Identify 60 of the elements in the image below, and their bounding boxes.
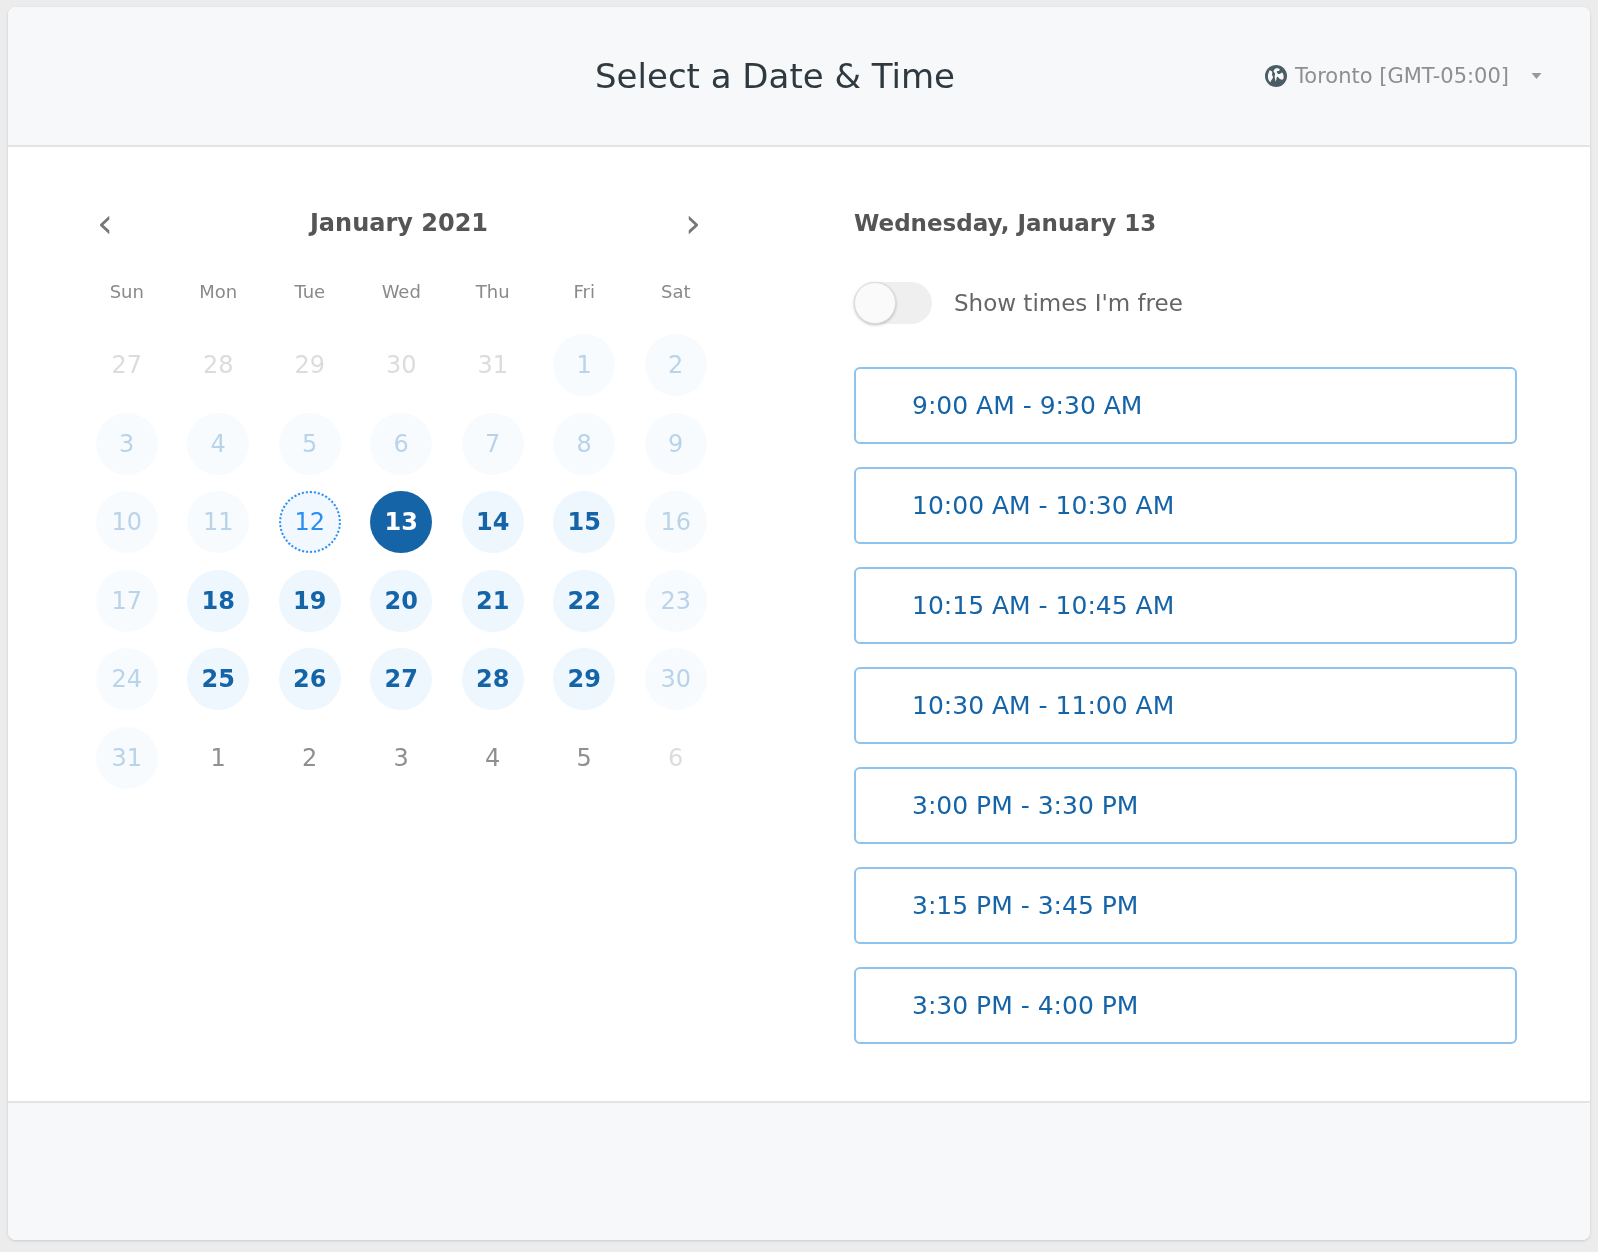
- globe-icon: [1265, 65, 1288, 87]
- date-number: 3: [95, 412, 158, 475]
- date-number: 10: [95, 491, 158, 554]
- weekday-label: Sat: [660, 281, 692, 302]
- date-number: 9: [644, 412, 707, 475]
- date-number: 24: [95, 648, 158, 711]
- time-slot-button[interactable]: 10:15 AM - 10:45 AM: [854, 567, 1517, 644]
- date-number: 17: [95, 569, 158, 632]
- calendar-day[interactable]: 22: [553, 569, 616, 632]
- date-number: 4: [484, 742, 502, 774]
- calendar-day[interactable]: 12: [278, 491, 341, 554]
- page-title: Select a Date & Time: [595, 56, 955, 96]
- calendar-day[interactable]: 20: [370, 569, 433, 632]
- weekday-label: Sun: [108, 281, 145, 302]
- calendar-day[interactable]: 28: [461, 648, 524, 711]
- date-number: 5: [575, 742, 593, 774]
- next-month-button[interactable]: ›: [679, 203, 707, 243]
- weekday-label: Mon: [198, 281, 239, 302]
- date-number: 16: [644, 491, 707, 554]
- time-slot-button[interactable]: 10:00 AM - 10:30 AM: [854, 467, 1517, 544]
- date-number: 7: [461, 412, 524, 475]
- weekday-label: Thu: [474, 281, 511, 302]
- time-slot-button[interactable]: 3:30 PM - 4:00 PM: [854, 967, 1517, 1044]
- selected-date-heading: Wednesday, January 13: [854, 209, 1158, 238]
- calendar-day[interactable]: 26: [278, 648, 341, 711]
- date-number: 3: [392, 742, 410, 774]
- date-number: 2: [644, 334, 707, 397]
- time-slot-button[interactable]: 3:00 PM - 3:30 PM: [854, 767, 1517, 844]
- date-number: 11: [187, 491, 250, 554]
- date-number: 4: [187, 412, 250, 475]
- toggle-switch[interactable]: [854, 282, 932, 324]
- toggle-label: Show times I'm free: [954, 290, 1183, 316]
- calendar-day[interactable]: 14: [461, 491, 524, 554]
- date-number: 8: [553, 412, 616, 475]
- calendar-day[interactable]: 29: [553, 648, 616, 711]
- date-number: 6: [370, 412, 433, 475]
- date-number: 30: [644, 648, 707, 711]
- date-number: 2: [301, 742, 319, 774]
- weekday-label: Fri: [572, 281, 596, 302]
- calendar-day[interactable]: 25: [187, 648, 250, 711]
- date-number: 23: [644, 569, 707, 632]
- caret-icon: [1531, 73, 1542, 79]
- calendar-day[interactable]: 19: [278, 569, 341, 632]
- calendar-day[interactable]: 15: [553, 491, 616, 554]
- date-number: 1: [209, 742, 227, 774]
- weekday-label: Tue: [293, 281, 327, 302]
- date-number: 31: [95, 726, 158, 789]
- time-slot-button[interactable]: 9:00 AM - 9:30 AM: [854, 367, 1517, 444]
- calendar-day[interactable]: 27: [370, 648, 433, 711]
- calendar-day[interactable]: 13: [370, 491, 433, 554]
- timezone-dropdown[interactable]: Toronto [GMT-05:00]: [1265, 64, 1542, 88]
- time-slot-button[interactable]: 3:15 PM - 3:45 PM: [854, 867, 1517, 944]
- time-slot-button[interactable]: 10:30 AM - 11:00 AM: [854, 667, 1517, 744]
- calendar-day[interactable]: 18: [187, 569, 250, 632]
- date-number: 1: [553, 334, 616, 397]
- weekday-label: Wed: [380, 281, 422, 302]
- month-title: January 2021: [309, 209, 489, 237]
- date-number: 5: [278, 412, 341, 475]
- calendar-day[interactable]: 21: [461, 569, 524, 632]
- previous-month-button[interactable]: ‹: [91, 203, 119, 243]
